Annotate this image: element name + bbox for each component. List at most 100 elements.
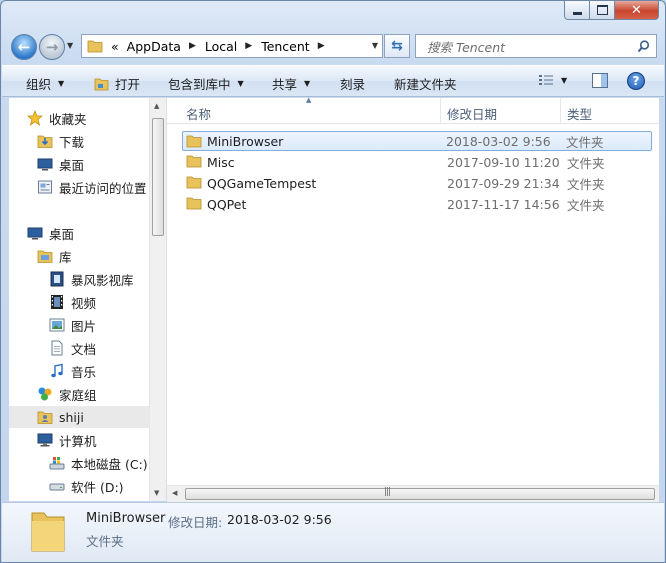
sidebar-item-label: 计算机 <box>59 433 97 449</box>
system-drive-icon <box>49 455 65 471</box>
address-history-dropdown[interactable]: ▼ <box>372 41 378 50</box>
grip-icon: ||| <box>384 487 391 497</box>
open-label: 打开 <box>115 77 141 92</box>
drive-icon <box>49 478 65 494</box>
library-icon <box>37 248 53 264</box>
address-bar[interactable]: « AppData ▶ Local ▶ Tencent ▶ ▼ <box>81 34 383 58</box>
sidebar-item-homegroup[interactable]: 家庭组 <box>37 383 97 405</box>
help-button[interactable]: ? <box>627 72 645 90</box>
include-in-library-label: 包含到库中 <box>168 77 231 92</box>
chevron-down-icon[interactable]: ▼ <box>561 76 567 85</box>
scrollbar-thumb[interactable] <box>152 118 164 236</box>
search-icon <box>637 39 650 52</box>
sidebar-item-label: 本地磁盘 (C:) <box>71 456 148 472</box>
file-row-misc[interactable]: Misc 2017-09-10 11:20 文件夹 <box>183 152 659 172</box>
sidebar-item-label: 音乐 <box>71 364 97 380</box>
sidebar-item-downloads[interactable]: 下载 <box>37 130 84 152</box>
file-date: 2017-09-10 11:20 <box>447 154 560 170</box>
details-pane: MiniBrowser 修改日期: 2018-03-02 9:56 文件夹 <box>2 502 664 562</box>
sidebar-item-label: shiji <box>59 409 84 425</box>
folder-icon <box>186 155 202 168</box>
maximize-button[interactable] <box>590 1 615 20</box>
change-view-button[interactable]: ▼ <box>538 74 567 86</box>
navigation-scrollbar[interactable]: ▲ ▼ <box>149 98 166 501</box>
file-list-horizontal-scrollbar[interactable]: ◀ ||| <box>167 485 659 502</box>
folder-large-icon <box>31 512 65 552</box>
open-button[interactable]: 打开 <box>94 74 140 93</box>
preview-pane-icon <box>592 73 608 88</box>
forward-button[interactable]: → <box>39 34 65 60</box>
refresh-button[interactable]: ⇆ <box>384 34 410 58</box>
file-type: 文件夹 <box>567 176 605 192</box>
sidebar-item-pictures[interactable]: 图片 <box>49 314 96 336</box>
folder-icon <box>87 40 103 53</box>
file-name: Misc <box>207 154 235 170</box>
back-arrow-icon: ← <box>17 38 31 56</box>
scrollbar-thumb[interactable]: ||| <box>185 487 655 500</box>
column-divider[interactable] <box>440 98 441 123</box>
new-folder-button[interactable]: 新建文件夹 <box>394 74 457 93</box>
scroll-left-arrow-icon[interactable]: ◀ <box>172 489 177 497</box>
new-folder-label: 新建文件夹 <box>394 77 457 92</box>
scroll-up-arrow-icon[interactable]: ▲ <box>154 102 159 110</box>
sidebar-item-baofeng[interactable]: 暴风影视库 <box>49 268 134 290</box>
sidebar-item-label: 文档 <box>71 341 97 357</box>
file-name: QQGameTempest <box>207 175 317 191</box>
explorer-window: ✕ ← → ▼ « AppData ▶ Local ▶ Tencent ▶ ▼ ⇆ 搜… <box>0 0 666 563</box>
sidebar-item-desktop-favorite[interactable]: 桌面 <box>37 153 84 175</box>
sidebar-item-label: 暴风影视库 <box>71 272 134 288</box>
sidebar-item-label: 收藏夹 <box>49 111 87 127</box>
sidebar-item-label: 桌面 <box>59 157 85 173</box>
sidebar-item-label: 家庭组 <box>59 387 97 403</box>
documents-icon <box>49 340 65 356</box>
column-date-modified[interactable]: 修改日期 <box>447 104 497 123</box>
file-row-qqgametempest[interactable]: QQGameTempest 2017-09-29 21:34 文件夹 <box>183 173 659 193</box>
sidebar-item-label: 软件 (D:) <box>71 479 124 495</box>
close-button[interactable]: ✕ <box>615 1 659 20</box>
breadcrumb-label: AppData <box>126 38 181 54</box>
organize-menu[interactable]: 组织 ▼ <box>26 74 64 93</box>
scroll-down-arrow-icon[interactable]: ▼ <box>154 489 159 497</box>
folder-icon <box>186 197 202 210</box>
sidebar-item-label: 库 <box>59 249 72 265</box>
include-in-library-menu[interactable]: 包含到库中 ▼ <box>168 74 244 93</box>
details-file-name: MiniBrowser <box>86 511 166 526</box>
chevron-right-icon[interactable]: ▶ <box>189 41 196 51</box>
sidebar-item-user[interactable]: shiji <box>9 406 149 428</box>
command-bar: 组织 ▼ 打开 包含到库中 ▼ 共享 ▼ 刻录 新建文件夹 ▼ ? <box>2 65 664 97</box>
sidebar-item-videos[interactable]: 视频 <box>49 291 96 313</box>
back-button[interactable]: ← <box>11 34 37 60</box>
details-date-label: 修改日期: <box>168 515 223 530</box>
sidebar-item-drive-d[interactable]: 软件 (D:) <box>49 475 124 497</box>
breadcrumb-label: Tencent <box>261 38 310 54</box>
file-row-qqpet[interactable]: QQPet 2017-11-17 14:56 文件夹 <box>183 194 659 214</box>
sidebar-item-music[interactable]: 音乐 <box>49 360 96 382</box>
file-row-minibrowser[interactable]: MiniBrowser 2018-03-02 9:56 文件夹 <box>182 131 652 151</box>
chevron-right-icon[interactable]: ▶ <box>318 41 325 51</box>
sidebar-item-computer[interactable]: 计算机 <box>37 429 97 451</box>
sidebar-item-desktop[interactable]: 桌面 <box>27 222 74 244</box>
file-name: MiniBrowser <box>207 133 284 149</box>
share-menu[interactable]: 共享 ▼ <box>272 74 310 93</box>
preview-pane-button[interactable] <box>592 73 608 88</box>
music-note-icon <box>49 363 65 379</box>
breadcrumb-tencent[interactable]: Tencent ▶ <box>261 39 333 54</box>
burn-button[interactable]: 刻录 <box>340 74 365 93</box>
search-input[interactable]: 搜索 Tencent <box>415 34 657 58</box>
sidebar-item-favorites[interactable]: 收藏夹 <box>26 107 87 129</box>
sidebar-item-label: 最近访问的位置 <box>59 180 147 196</box>
chevron-right-icon[interactable]: ▶ <box>245 41 252 51</box>
sidebar-item-libraries[interactable]: 库 <box>37 245 72 267</box>
sidebar-item-drive-c[interactable]: 本地磁盘 (C:) <box>49 452 148 474</box>
column-type[interactable]: 类型 <box>567 104 592 123</box>
refresh-icon: ⇆ <box>391 38 403 54</box>
breadcrumb-appdata[interactable]: AppData ▶ <box>127 39 205 54</box>
column-name[interactable]: 名称 <box>186 104 211 123</box>
column-divider[interactable] <box>560 98 561 123</box>
recent-pages-dropdown[interactable]: ▼ <box>67 41 73 50</box>
sidebar-item-recent-places[interactable]: 最近访问的位置 <box>37 176 147 198</box>
minimize-button[interactable] <box>564 1 590 20</box>
breadcrumb-local[interactable]: Local ▶ <box>205 39 261 54</box>
sidebar-item-documents[interactable]: 文档 <box>49 337 96 359</box>
address-overflow[interactable]: « <box>111 39 119 54</box>
